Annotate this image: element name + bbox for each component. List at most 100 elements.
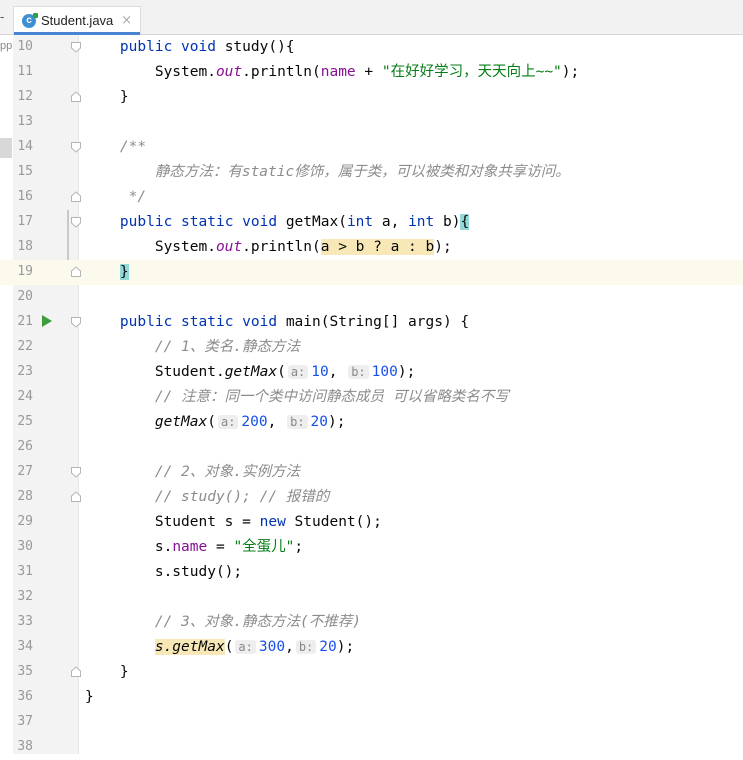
code-token: getMax <box>154 414 208 430</box>
code-text: } <box>85 663 129 682</box>
code-line[interactable]: 33 // 3、对象.静态方法(不推荐) <box>0 610 743 635</box>
code-line[interactable]: 14 /** <box>0 135 743 160</box>
fold-end-icon[interactable] <box>69 190 83 204</box>
line-number[interactable]: 17 <box>13 214 33 229</box>
line-number[interactable]: 33 <box>13 614 33 629</box>
code-token: 10 <box>311 364 329 380</box>
parameter-hint: a: <box>287 365 309 379</box>
code-line[interactable]: 24 // 注意：同一个类中访问静态成员 可以省略类名不写 <box>0 385 743 410</box>
code-line[interactable]: 36} <box>0 685 743 710</box>
code-token: ; <box>294 539 304 555</box>
code-token: "全蛋儿" <box>233 539 295 555</box>
code-token: , <box>328 364 347 380</box>
code-line[interactable]: 10 public void study(){ <box>0 35 743 60</box>
fold-end-icon[interactable] <box>69 490 83 504</box>
line-number[interactable]: 18 <box>13 239 33 254</box>
line-number[interactable]: 13 <box>13 114 33 129</box>
line-number[interactable]: 19 <box>13 264 33 279</box>
code-token: s. <box>85 539 173 555</box>
code-token: "在好好学习，天天向上~~" <box>381 64 562 80</box>
code-token: } <box>119 264 129 280</box>
code-token: */ <box>128 189 147 205</box>
line-number[interactable]: 38 <box>13 739 33 754</box>
code-line[interactable]: 20 <box>0 285 743 310</box>
fold-collapse-icon[interactable] <box>69 140 83 154</box>
line-number[interactable]: 21 <box>13 314 33 329</box>
line-number[interactable]: 30 <box>13 539 33 554</box>
fold-collapse-icon[interactable] <box>69 215 83 229</box>
code-line[interactable]: 22 // 1、类名.静态方法 <box>0 335 743 360</box>
code-line[interactable]: 19 } <box>0 260 743 285</box>
line-number[interactable]: 26 <box>13 439 33 454</box>
code-line[interactable]: 18 System.out.println(a > b ? a : b); <box>0 235 743 260</box>
line-number[interactable]: 10 <box>13 39 33 54</box>
line-number[interactable]: 28 <box>13 489 33 504</box>
line-number[interactable]: 25 <box>13 414 33 429</box>
line-number[interactable]: 27 <box>13 464 33 479</box>
line-number[interactable]: 37 <box>13 714 33 729</box>
code-line[interactable]: 32 <box>0 585 743 610</box>
code-line[interactable]: 35 } <box>0 660 743 685</box>
code-line[interactable]: 23 Student.getMax(a: 10, b: 100); <box>0 360 743 385</box>
code-text: // 3、对象.静态方法(不推荐) <box>85 613 361 632</box>
parameter-hint: b: <box>295 640 317 654</box>
line-number[interactable]: 35 <box>13 664 33 679</box>
code-line[interactable]: 34 s.getMax(a: 300, b: 20); <box>0 635 743 660</box>
code-line[interactable]: 38 <box>0 735 743 760</box>
code-line[interactable]: 27 // 2、对象.实例方法 <box>0 460 743 485</box>
fold-end-icon[interactable] <box>69 265 83 279</box>
code-token: 200 <box>241 414 268 430</box>
code-line[interactable]: 29 Student s = new Student(); <box>0 510 743 535</box>
line-number[interactable]: 36 <box>13 689 33 704</box>
code-text: */ <box>85 188 146 207</box>
fold-collapse-icon[interactable] <box>69 465 83 479</box>
code-line[interactable]: 31 s.study(); <box>0 560 743 585</box>
java-class-icon: c <box>22 12 38 28</box>
line-number[interactable]: 23 <box>13 364 33 379</box>
code-token: ( <box>224 639 234 655</box>
line-number[interactable]: 32 <box>13 589 33 604</box>
fold-end-icon[interactable] <box>69 90 83 104</box>
fold-collapse-icon[interactable] <box>69 315 83 329</box>
line-number[interactable]: 15 <box>13 164 33 179</box>
line-number[interactable]: 31 <box>13 564 33 579</box>
line-number[interactable]: 34 <box>13 639 33 654</box>
run-main-icon[interactable] <box>42 315 52 327</box>
code-line[interactable]: 11 System.out.println(name + "在好好学习，天天向上… <box>0 60 743 85</box>
code-line[interactable]: 13 <box>0 110 743 135</box>
code-text: Student.getMax(a: 10, b: 100); <box>85 363 416 382</box>
line-number[interactable]: 14 <box>13 139 33 154</box>
fold-end-icon[interactable] <box>69 665 83 679</box>
code-line[interactable]: 30 s.name = "全蛋儿"; <box>0 535 743 560</box>
code-line[interactable]: 21 public static void main(String[] args… <box>0 310 743 335</box>
code-token: } <box>85 689 94 705</box>
line-number[interactable]: 24 <box>13 389 33 404</box>
code-line[interactable]: 37 <box>0 710 743 735</box>
code-line[interactable]: 17 public static void getMax(int a, int … <box>0 210 743 235</box>
code-line[interactable]: 28 // study(); // 报错的 <box>0 485 743 510</box>
code-token: a > b ? a : b <box>320 239 435 255</box>
code-line[interactable]: 16 */ <box>0 185 743 210</box>
fold-collapse-icon[interactable] <box>69 40 83 54</box>
line-number[interactable]: 12 <box>13 89 33 104</box>
previous-tab-fragment[interactable]: - <box>0 9 4 24</box>
line-number[interactable]: 16 <box>13 189 33 204</box>
tab-student-java[interactable]: c Student.java × <box>13 6 141 35</box>
line-number[interactable]: 20 <box>13 289 33 304</box>
line-number[interactable]: 29 <box>13 514 33 529</box>
editor-tab-bar: - c Student.java × <box>0 0 743 35</box>
code-line[interactable]: 26 <box>0 435 743 460</box>
code-token: // 3、对象.静态方法(不推荐) <box>154 614 361 630</box>
line-number[interactable]: 22 <box>13 339 33 354</box>
code-line[interactable]: 25 getMax(a: 200, b: 20); <box>0 410 743 435</box>
code-line[interactable]: 15 静态方法：有static修饰，属于类，可以被类和对象共享访问。 <box>0 160 743 185</box>
close-icon[interactable]: × <box>121 13 132 28</box>
code-line[interactable]: 12 } <box>0 85 743 110</box>
line-number[interactable]: 11 <box>13 64 33 79</box>
code-token: int <box>346 214 374 230</box>
